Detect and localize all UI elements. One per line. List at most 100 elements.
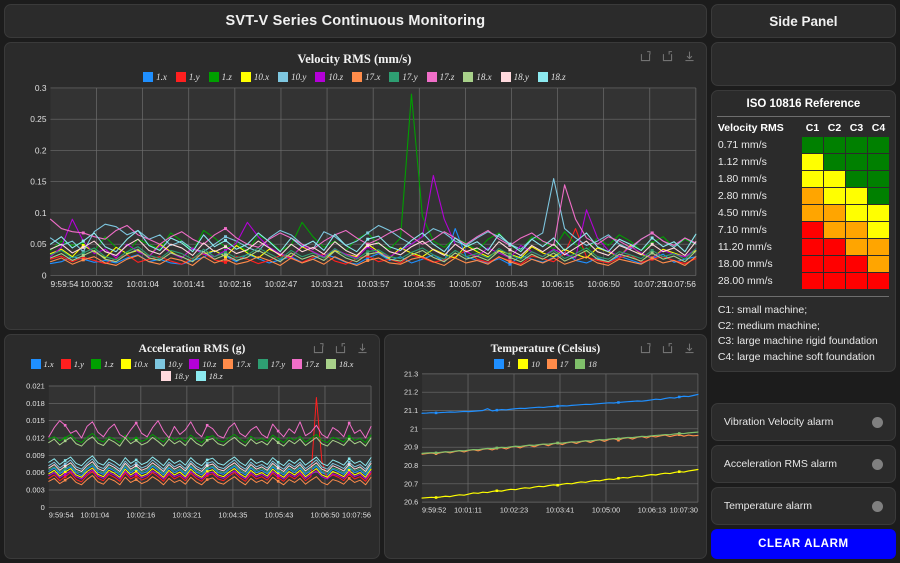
legend-item[interactable]: 1.y [176,72,200,82]
iso-severity-cell [846,171,868,188]
velocity-chart-toolbar[interactable] [639,50,696,63]
svg-text:0.015: 0.015 [26,416,45,425]
legend-swatch-icon [547,359,557,369]
legend-item[interactable]: 10.y [278,72,306,82]
legend-item[interactable]: 10.y [155,359,182,369]
iso-table-row: 4.50 mm/s [718,205,890,222]
clear-alarm-button[interactable]: CLEAR ALARM [711,529,896,559]
iso-severity-cell [868,154,890,171]
legend-swatch-icon [209,72,219,82]
legend-item[interactable]: 17.z [427,72,455,82]
legend-item[interactable]: 10.x [241,72,269,82]
legend-label: 18.x [339,359,353,369]
legend-swatch-icon [31,359,41,369]
legend-swatch-icon [61,359,71,369]
legend-swatch-icon [241,72,251,82]
svg-text:0.05: 0.05 [30,239,47,249]
legend-item[interactable]: 10.z [315,72,343,82]
velocity-chart-legend[interactable]: 1.x 1.y 1.z 10.x 10.y 10.z 17.x 17.y 17.z 18.x 18.… [9,67,700,84]
iso-reference-card: ISO 10816 Reference Velocity RMSC1C2C3C4… [711,90,896,372]
legend-label: 1.x [156,72,167,82]
legend-swatch-icon [196,371,206,381]
legend-label: 10.z [202,359,216,369]
legend-label: 10.y [168,359,182,369]
svg-text:0.018: 0.018 [26,399,45,408]
iso-severity-cell [802,188,824,205]
velocity-chart-card: Velocity RMS (mm/s) 1.x1.y1.z10.x10.y10.… [4,42,707,330]
legend-item[interactable]: 1.z [91,359,114,369]
legend-item[interactable]: 1.y [61,359,84,369]
legend-swatch-icon [189,359,199,369]
iso-row-label: 11.20 mm/s [718,239,802,256]
svg-text:10:06:50: 10:06:50 [587,279,620,289]
legend-item[interactable]: 18.x [326,359,353,369]
legend-swatch-icon [223,359,233,369]
iso-reference-title: ISO 10816 Reference [717,91,890,117]
svg-text:0.021: 0.021 [26,382,45,391]
zoom-in-icon[interactable] [639,342,652,355]
iso-col-header-class: C2 [824,122,846,137]
alarm-row-acceleration-rms[interactable]: Acceleration RMS alarm [711,445,896,483]
legend-swatch-icon [427,72,437,82]
acceleration-chart-legend[interactable]: 1.x 1.y 1.z 10.x 10.y 10.z 17.x 17.y 17.z 18.x 18.… [9,355,375,382]
zoom-in-icon[interactable] [312,342,325,355]
legend-item[interactable]: 17.z [292,359,319,369]
legend-item[interactable]: 18.x [463,72,491,82]
temperature-chart-toolbar[interactable] [639,342,696,355]
svg-text:10:07:30: 10:07:30 [670,505,698,514]
iso-col-header-class: C3 [846,122,868,137]
iso-severity-cell [824,273,846,290]
legend-item[interactable]: 17.y [389,72,417,82]
iso-severity-cell [846,188,868,205]
legend-item[interactable]: 10.z [189,359,216,369]
legend-swatch-icon [278,72,288,82]
download-icon[interactable] [683,342,696,355]
download-icon[interactable] [683,50,696,63]
legend-label: 10.y [291,72,306,82]
svg-text:0.1: 0.1 [35,208,47,218]
zoom-out-icon[interactable] [661,50,674,63]
legend-item[interactable]: 18.z [538,72,566,82]
legend-item[interactable]: 1.z [209,72,232,82]
iso-severity-cell [846,222,868,239]
legend-item[interactable]: 18.y [161,371,188,381]
temperature-chart-legend[interactable]: 1 10 17 18 [389,355,702,370]
legend-item[interactable]: 18 [575,359,597,369]
velocity-plot: 00.050.10.150.20.250.39:59:5410:00:3210:… [9,84,700,293]
legend-item[interactable]: 17.x [223,359,250,369]
legend-item[interactable]: 10.x [121,359,148,369]
app-header: SVT-V Series Continuous Monitoring [4,4,707,38]
svg-text:0.009: 0.009 [26,451,45,460]
legend-swatch-icon [121,359,131,369]
zoom-out-icon[interactable] [661,342,674,355]
iso-severity-cell [802,256,824,273]
legend-label: 18.y [514,72,529,82]
legend-label: 17.x [236,359,250,369]
iso-severity-cell [868,205,890,222]
iso-row-label: 0.71 mm/s [718,137,802,154]
legend-label: 17.x [365,72,380,82]
legend-item[interactable]: 18.z [196,371,223,381]
zoom-in-icon[interactable] [639,50,652,63]
legend-item[interactable]: 18.y [501,72,529,82]
alarm-row-temperature[interactable]: Temperature alarm [711,487,896,525]
legend-swatch-icon [538,72,548,82]
download-icon[interactable] [356,342,369,355]
svg-text:10:02:23: 10:02:23 [500,505,528,514]
legend-item[interactable]: 17.y [258,359,285,369]
zoom-out-icon[interactable] [334,342,347,355]
alarm-status-led [872,459,883,470]
alarm-row-vibration-velocity[interactable]: Vibration Velocity alarm [711,403,896,441]
alarm-status-led [872,417,883,428]
legend-item[interactable]: 17.x [352,72,380,82]
acceleration-chart-toolbar[interactable] [312,342,369,355]
svg-text:10:05:07: 10:05:07 [449,279,482,289]
svg-text:10:03:57: 10:03:57 [357,279,390,289]
iso-severity-cell [868,171,890,188]
svg-text:10:07:56: 10:07:56 [342,511,371,520]
legend-item[interactable]: 10 [518,359,540,369]
legend-item[interactable]: 17 [547,359,569,369]
legend-item[interactable]: 1.x [143,72,167,82]
legend-item[interactable]: 1.x [31,359,54,369]
legend-item[interactable]: 1 [494,359,511,369]
